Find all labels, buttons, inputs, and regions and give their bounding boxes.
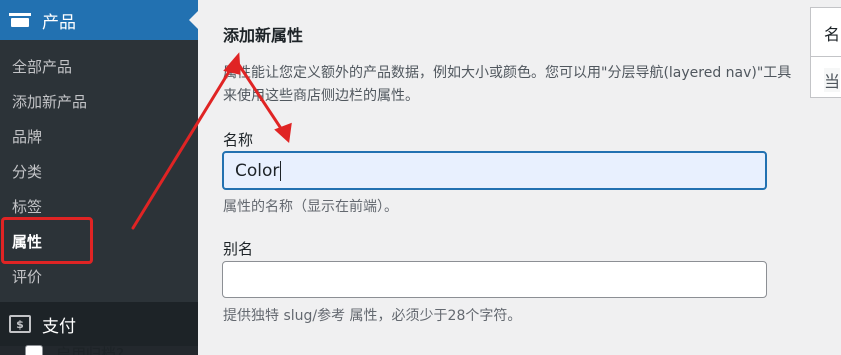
admin-sidebar: 产品 全部产品 添加新产品 品牌 分类 标签 属性 评价 $ 支付 (0, 0, 198, 355)
submenu-all-products[interactable]: 全部产品 (12, 57, 72, 77)
name-input[interactable]: Color (222, 151, 767, 190)
name-label: 名称 (223, 131, 254, 149)
form-title: 添加新属性 (223, 26, 304, 45)
enable-archive-label: 启用归档? (56, 345, 124, 355)
menu-products-label: 产品 (42, 12, 76, 33)
submenu-reviews[interactable]: 评价 (12, 267, 42, 287)
name-help: 属性的名称（显示在前端）。 (223, 199, 398, 215)
money-icon: $ (9, 315, 31, 333)
table-row-cell: 当 (824, 68, 841, 92)
menu-payments[interactable]: $ 支付 (0, 302, 198, 346)
slug-help: 提供独特 slug/参考 属性，必须少于28个字符。 (223, 308, 522, 324)
slug-input[interactable] (222, 261, 767, 298)
add-attribute-form: 添加新属性 属性能让您定义额外的产品数据，例如大小或颜色。您可以用"分层导航(l… (198, 0, 841, 355)
enable-archive-checkbox[interactable] (25, 345, 43, 355)
annotation-highlight-box (1, 217, 93, 264)
submenu-add-product[interactable]: 添加新产品 (12, 92, 87, 112)
form-description: 属性能让您定义额外的产品数据，例如大小或颜色。您可以用"分层导航(layered… (223, 65, 792, 104)
text-caret (280, 160, 282, 181)
attributes-table-fragment: 名 当 (810, 7, 841, 98)
submenu-tags[interactable]: 标签 (12, 197, 42, 217)
table-header-cell: 名 (824, 25, 841, 44)
current-menu-notch (189, 11, 198, 29)
submenu-categories[interactable]: 分类 (12, 162, 42, 182)
table-divider (811, 56, 841, 57)
slug-label: 别名 (223, 240, 254, 258)
archive-icon (9, 13, 31, 27)
name-input-value: Color (235, 160, 280, 181)
submenu-brands[interactable]: 品牌 (12, 127, 42, 147)
menu-products[interactable]: 产品 (0, 0, 198, 40)
menu-payments-label: 支付 (42, 316, 76, 337)
